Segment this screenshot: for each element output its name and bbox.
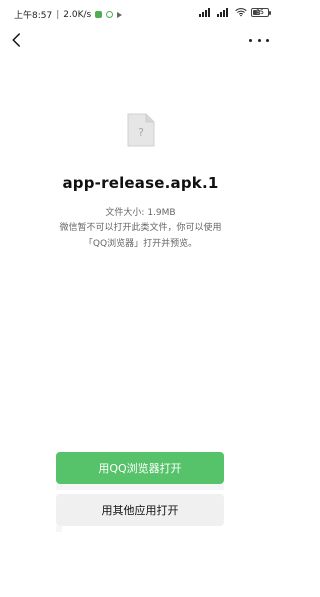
- open-with-qq-browser-label: 用QQ浏览器打开: [98, 462, 182, 475]
- more-dot: [257, 38, 261, 42]
- file-name: app-release.apk.1: [62, 174, 219, 192]
- unsupported-message-line-2: 「QQ浏览器」打开并预览。: [83, 239, 198, 249]
- status-separator: |: [56, 9, 60, 20]
- open-with-other-app-label: 用其他应用打开: [101, 504, 179, 517]
- status-network-speed: 2.0K/s: [63, 9, 92, 20]
- status-bar: 上午8:57 | 2.0K/s 55: [0, 0, 281, 24]
- unsupported-message-line-1: 微信暂不可以打开此类文件，你可以使用: [59, 223, 222, 233]
- status-left: 上午8:57 | 2.0K/s: [14, 8, 123, 21]
- more-dot: [249, 38, 252, 42]
- unknown-file-icon: ?: [127, 113, 155, 147]
- svg-text:?: ?: [138, 126, 144, 139]
- more-icon[interactable]: [249, 32, 269, 48]
- play-icon: [117, 11, 123, 18]
- battery-icon: 55: [251, 7, 271, 17]
- wifi-icon: [235, 8, 247, 17]
- open-with-other-app-button[interactable]: 用其他应用打开: [56, 494, 224, 526]
- file-size: 文件大小: 1.9MB: [105, 208, 176, 218]
- more-dot: [266, 38, 269, 42]
- signal-icon: [199, 7, 213, 17]
- status-time: 上午8:57: [14, 11, 53, 21]
- status-right: 55: [199, 7, 271, 17]
- divider-artifact: [56, 484, 224, 490]
- signal-icon-2: [217, 7, 231, 17]
- cloud-icon: [106, 11, 114, 18]
- app-notification-icon: [95, 11, 103, 18]
- back-icon[interactable]: [8, 30, 26, 50]
- artifact-dot: [56, 526, 62, 532]
- open-with-qq-browser-button[interactable]: 用QQ浏览器打开: [56, 452, 224, 484]
- battery-percent: 55: [256, 8, 264, 16]
